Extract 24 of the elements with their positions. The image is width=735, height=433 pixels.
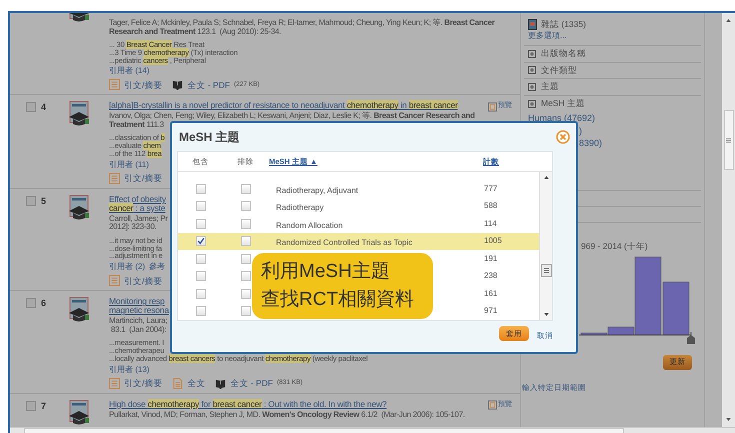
term-count: 191 (484, 252, 498, 265)
term-count: 114 (484, 218, 497, 230)
record-number: 7 (41, 400, 46, 411)
mesh-term: Random Allocation (276, 220, 343, 230)
term-count: 1005 (484, 235, 502, 248)
term-count: 777 (484, 182, 498, 195)
date-range-label: 969 - 2014 (十年) (580, 240, 649, 250)
record-number: 4 (41, 102, 46, 112)
citation-text: Ivanov, Olga; Chen, Feng; Wiley, Elizabeth L; Keswani, Anjeni; Diaz, Leslie K; 等. Breast Cancer Research and Treatment 111.3 (109, 112, 475, 130)
citation-text: Carroll, James; Pr 2012]: 323-30. (109, 214, 168, 232)
citation-text: Martincich, Laura; 83.1 (Jan 2004): (109, 317, 168, 334)
term-count: 588 (484, 200, 498, 212)
mesh-term: Randomized Controlled Trials as Topic (276, 238, 412, 248)
dialog-title: MeSH 主題 (179, 129, 240, 146)
mesh-term: Radiotherapy (276, 203, 324, 212)
record-number: 5 (41, 196, 46, 206)
citation-text: Tager, Felice A; Mckinley, Paula S; Schnabel, Freya R; El-tamer, Mahmoud; Cheung, Ying Keun; K; 等. Breast Cancer Research and Treatment 123.1 (Aug 2010): 25-34. (109, 19, 495, 36)
term-count: 238 (484, 270, 498, 282)
citation-text: Pullarkat, Vinod, MD; Forman, Stephen J, MD. Women's Oncology Review 6.1/2 (Mar-Jun 2006): 105-107. (109, 410, 465, 420)
term-count: 161 (484, 288, 498, 300)
mesh-term: Radiotherapy, Adjuvant (276, 186, 358, 195)
callout-tooltip: 利用MeSH主題 查找RCT相關資料 (252, 253, 433, 319)
record-number: 6 (41, 298, 46, 308)
term-count: 971 (484, 305, 498, 318)
